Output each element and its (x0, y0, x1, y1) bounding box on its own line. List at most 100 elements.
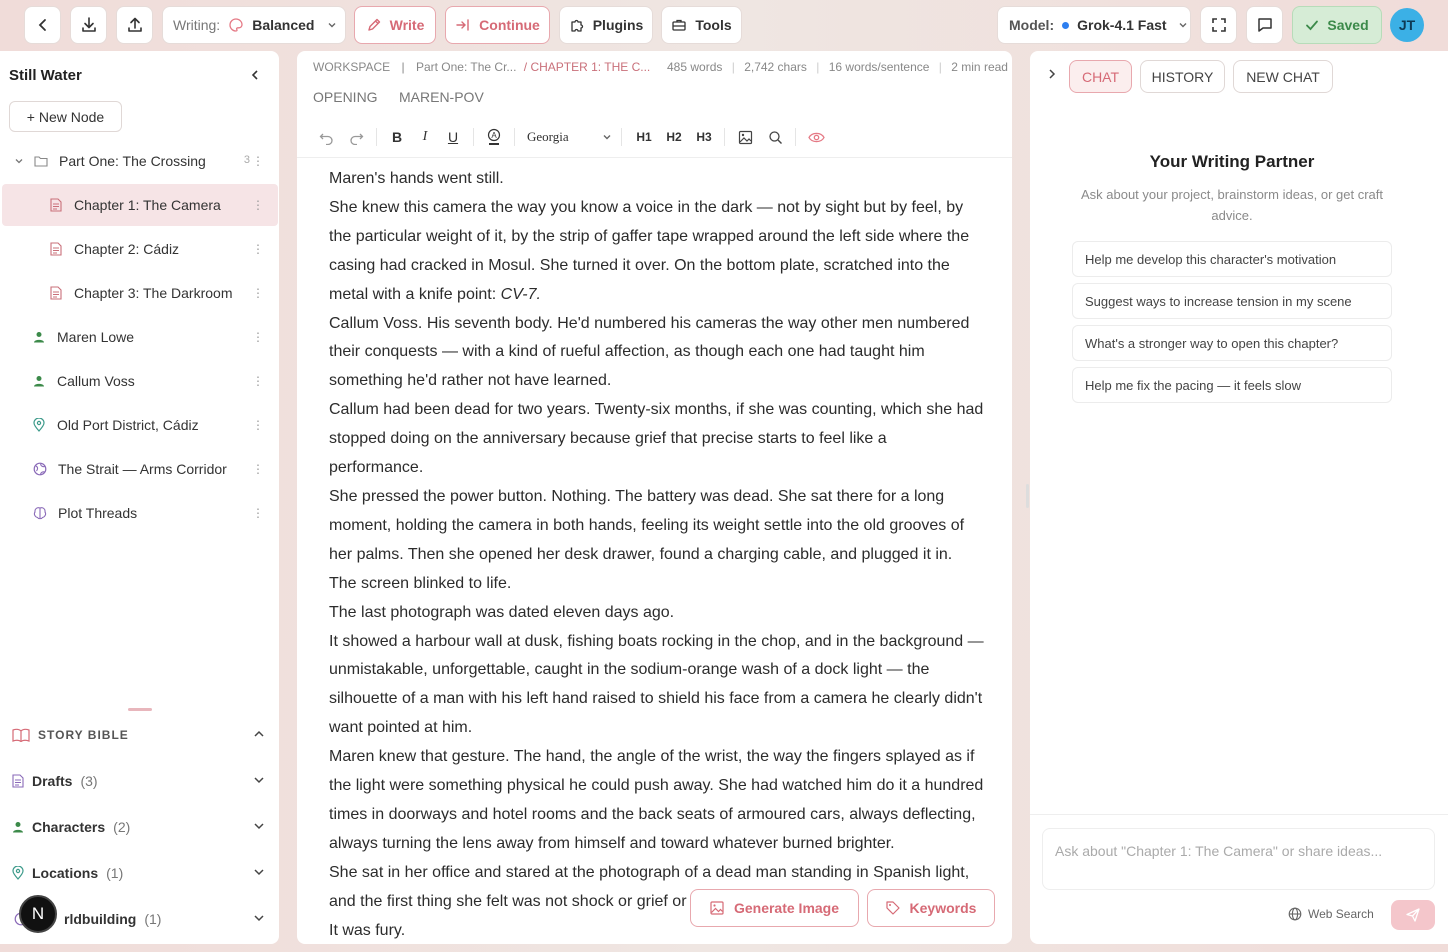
more-options-icon[interactable]: ⋮ (252, 329, 264, 345)
model-select[interactable]: Model: Grok-4.1 Fast (997, 6, 1191, 44)
font-family-select[interactable]: Georgia (521, 123, 613, 151)
undo-icon[interactable] (312, 123, 340, 151)
more-options-icon[interactable]: ⋮ (252, 461, 264, 477)
tree-item-label: Chapter 1: The Camera (74, 197, 221, 213)
heading-2-button[interactable]: H2 (660, 123, 688, 151)
tree-item-count: 3 (243, 154, 250, 166)
chevron-down-icon[interactable] (252, 865, 266, 879)
redo-icon[interactable] (342, 123, 370, 151)
breadcrumb: WORKSPACE | Part One: The Cr... / CHAPTE… (313, 60, 650, 74)
tree-item-label: Maren Lowe (57, 329, 135, 345)
read-time: 2 min read (951, 60, 1008, 74)
check-icon (1305, 18, 1319, 32)
web-search-toggle[interactable]: Web Search (1288, 907, 1374, 921)
tree-item-plot-threads[interactable]: Plot Threads ⋮ (2, 492, 278, 534)
tools-button[interactable]: Tools (661, 6, 742, 44)
suggestion-button[interactable]: Help me develop this character's motivat… (1072, 241, 1392, 277)
write-button[interactable]: Write (354, 6, 436, 44)
tree-item-chapter-3[interactable]: Chapter 3: The Darkroom ⋮ (2, 272, 278, 314)
resize-handle[interactable] (128, 708, 152, 711)
floating-badge[interactable]: N (19, 895, 57, 933)
suggestion-text: Suggest ways to increase tension in my s… (1085, 293, 1352, 309)
story-bible-characters[interactable]: Characters (2) (12, 815, 270, 839)
breadcrumb-part[interactable]: Part One: The Cr... (416, 60, 517, 74)
upload-button[interactable] (116, 6, 153, 44)
plugins-button[interactable]: Plugins (559, 6, 653, 44)
tab-history[interactable]: HISTORY (1140, 60, 1225, 93)
fullscreen-button[interactable] (1200, 6, 1237, 44)
tree-item-chapter-2[interactable]: Chapter 2: Cádiz ⋮ (2, 228, 278, 270)
tab-opening[interactable]: OPENING (313, 89, 378, 105)
heading-3-button[interactable]: H3 (690, 123, 718, 151)
panel-resize-handle[interactable] (1026, 484, 1029, 508)
tree-item-old-port[interactable]: Old Port District, Cádiz ⋮ (2, 404, 278, 446)
saved-button[interactable]: Saved (1292, 6, 1382, 44)
more-options-icon[interactable]: ⋮ (252, 417, 264, 433)
story-bible-title: STORY BIBLE (38, 728, 129, 742)
chevron-down-icon[interactable] (14, 156, 24, 166)
tree-item-maren-lowe[interactable]: Maren Lowe ⋮ (2, 316, 278, 358)
suggestion-button[interactable]: Suggest ways to increase tension in my s… (1072, 283, 1392, 319)
person-icon (33, 375, 45, 387)
tree-item-label: Chapter 3: The Darkroom (74, 285, 233, 301)
tab-maren-pov[interactable]: MAREN-POV (399, 89, 484, 105)
more-options-icon[interactable]: ⋮ (252, 373, 264, 389)
story-bible-locations[interactable]: Locations (1) (12, 861, 270, 885)
chevron-up-icon[interactable] (252, 727, 266, 741)
suggestion-button[interactable]: Help me fix the pacing — it feels slow (1072, 367, 1392, 403)
paragraph: She knew this camera the way you know a … (329, 194, 984, 310)
editor-content[interactable]: Maren's hands went still. She knew this … (329, 165, 984, 944)
keywords-button[interactable]: Keywords (867, 889, 995, 927)
tree-item-the-strait[interactable]: The Strait — Arms Corridor ⋮ (2, 448, 278, 490)
more-options-icon[interactable]: ⋮ (252, 505, 264, 521)
paragraph: Callum Voss. His seventh body. He'd numb… (329, 314, 970, 390)
tree-item-label: The Strait — Arms Corridor (58, 461, 227, 477)
model-value: Grok-4.1 Fast (1077, 17, 1167, 33)
back-button[interactable] (24, 6, 61, 44)
chevron-down-icon[interactable] (252, 773, 266, 787)
plugins-label: Plugins (592, 17, 644, 33)
tab-new-chat[interactable]: NEW CHAT (1233, 60, 1333, 93)
generate-image-button[interactable]: Generate Image (690, 889, 859, 927)
section-label: Drafts (32, 773, 73, 789)
brain-icon (33, 506, 47, 520)
image-icon[interactable] (731, 123, 759, 151)
suggestion-button[interactable]: What's a stronger way to open this chapt… (1072, 325, 1392, 361)
chevron-down-icon[interactable] (252, 911, 266, 925)
italic-button[interactable]: I (411, 123, 439, 151)
breadcrumb-workspace[interactable]: WORKSPACE (313, 60, 390, 74)
more-options-icon[interactable]: ⋮ (252, 197, 264, 213)
font-color-icon[interactable]: A (480, 123, 508, 151)
new-node-button[interactable]: + New Node (9, 101, 122, 132)
more-options-icon[interactable]: ⋮ (252, 285, 264, 301)
chevron-down-icon[interactable] (252, 819, 266, 833)
bold-button[interactable]: B (383, 123, 411, 151)
writing-mode-select[interactable]: Writing: Balanced (162, 6, 346, 44)
search-icon[interactable] (761, 123, 789, 151)
more-options-icon[interactable]: ⋮ (252, 241, 264, 257)
tree-item-chapter-1[interactable]: Chapter 1: The Camera ⋮ (2, 184, 278, 226)
chat-input[interactable]: Ask about "Chapter 1: The Camera" or sha… (1042, 828, 1435, 890)
continue-label: Continue (479, 17, 540, 33)
heading-1-button[interactable]: H1 (630, 123, 658, 151)
chat-toggle-button[interactable] (1246, 6, 1283, 44)
tab-chat[interactable]: CHAT (1069, 60, 1132, 93)
chevron-right-icon[interactable] (1046, 68, 1058, 80)
breadcrumb-chapter[interactable]: / CHAPTER 1: THE C... (524, 60, 650, 74)
tree-item-callum-voss[interactable]: Callum Voss ⋮ (2, 360, 278, 402)
paragraph: Callum had been dead for two years. Twen… (329, 401, 984, 477)
char-count: 2,742 chars (744, 60, 807, 74)
continue-button[interactable]: Continue (445, 6, 550, 44)
story-bible-drafts[interactable]: Drafts (3) (12, 769, 270, 793)
eye-icon[interactable] (802, 123, 830, 151)
new-node-label: + New Node (26, 108, 105, 125)
location-pin-icon (12, 866, 24, 880)
download-button[interactable] (70, 6, 107, 44)
user-avatar[interactable]: JT (1390, 8, 1424, 42)
collapse-sidebar-icon[interactable] (248, 68, 262, 82)
send-button[interactable] (1391, 900, 1435, 930)
underline-button[interactable]: U (439, 123, 467, 151)
story-bible-header[interactable]: STORY BIBLE (12, 723, 270, 747)
tree-item-part-one[interactable]: Part One: The Crossing 3 ⋮ (2, 140, 278, 182)
more-options-icon[interactable]: ⋮ (252, 153, 264, 169)
